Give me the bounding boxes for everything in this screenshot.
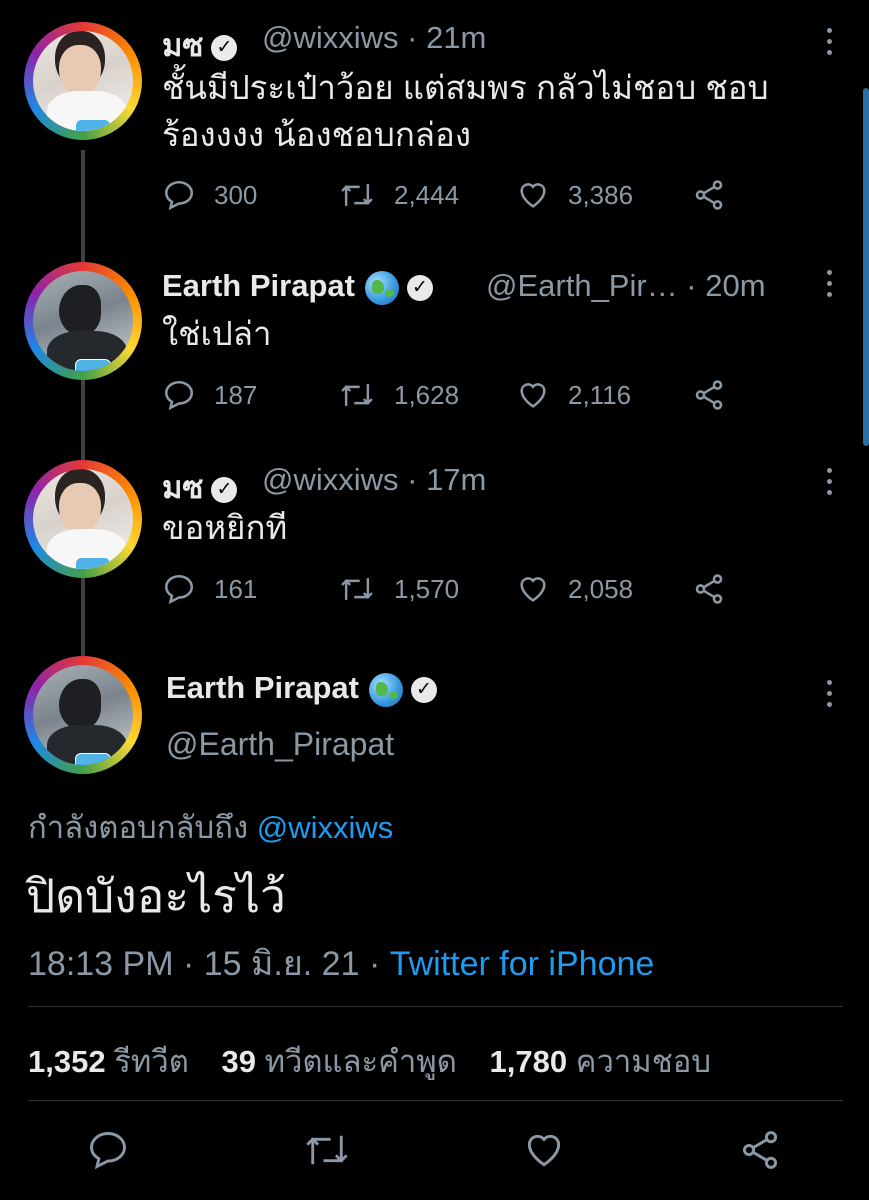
heart-icon (520, 183, 546, 208)
share-icon (742, 1131, 778, 1169)
share-icon (695, 180, 723, 210)
heart-icon (520, 383, 546, 408)
tweet-text: ปิดบังอะไรไว้ (26, 870, 286, 922)
handle-and-time[interactable]: @wixxiws · 21m (262, 20, 486, 56)
retweet-icon (341, 384, 373, 406)
like-button[interactable]: 2,116 (516, 378, 631, 412)
share-icon (695, 574, 723, 604)
share-icon (695, 380, 723, 410)
tweet-text: ชั้นมีประเป๋าว้อย แต่สมพร กลัวไม่ชอบ ชอบ… (162, 69, 769, 153)
reply-icon (164, 380, 194, 411)
share-button[interactable] (692, 178, 726, 212)
reply-button[interactable]: 161 (162, 572, 257, 606)
retweet-button[interactable]: 1,570 (338, 572, 459, 606)
retweet-icon (341, 578, 373, 600)
reply-icon (164, 574, 194, 605)
verified-badge-icon: ✓ (211, 34, 238, 61)
display-name[interactable]: Earth Pirapat ✓ (166, 670, 437, 707)
like-count-link[interactable]: 1,780 ความชอบ (490, 1044, 712, 1079)
more-options-icon[interactable] (827, 680, 833, 707)
retweet-icon (306, 1135, 348, 1165)
replying-to: กำลังตอบกลับถึง @wixxiws (28, 810, 394, 845)
verified-badge-icon: ✓ (211, 476, 238, 503)
tweet-timestamp: 18:13 PM · 15 มิ.ย. 21 · Twitter for iPh… (28, 945, 655, 983)
more-options-icon[interactable] (827, 28, 833, 55)
heart-icon (520, 577, 546, 602)
retweet-button[interactable]: 2,444 (338, 178, 459, 212)
like-button[interactable] (522, 1128, 566, 1177)
retweet-button[interactable]: 1,628 (338, 378, 459, 412)
retweet-icon (341, 184, 373, 206)
scrollbar[interactable] (863, 88, 869, 446)
more-options-icon[interactable] (827, 270, 833, 297)
display-name[interactable]: Earth Pirapat ✓ (162, 268, 433, 305)
reply-icon (90, 1132, 126, 1170)
tweet-text: ขอหยิกที (162, 509, 288, 546)
tweet-text: ใช่เปล่า (162, 315, 272, 352)
retweet-count-link[interactable]: 1,352 รีทวีต (28, 1044, 189, 1079)
reply-mention-link[interactable]: @wixxiws (257, 810, 394, 845)
thread-tweet[interactable]: มซ ✓ @wixxiws · 21m ชั้นมีประเป๋าว้อย แต่… (0, 0, 869, 250)
handle-and-time[interactable]: @Earth_Pir… · 20m (486, 268, 766, 304)
source-client-link[interactable]: Twitter for iPhone (390, 945, 655, 983)
divider (28, 1100, 843, 1101)
verified-badge-icon: ✓ (410, 676, 437, 703)
like-button[interactable]: 3,386 (516, 178, 633, 212)
share-button[interactable] (692, 572, 726, 606)
engagement-stats: 1,352 รีทวีต 39 ทวีตและคำพูด 1,780 ความช… (28, 1036, 711, 1086)
divider (28, 1006, 843, 1007)
share-button[interactable] (738, 1128, 782, 1177)
retweet-button[interactable] (302, 1128, 352, 1177)
thread-tweet[interactable]: Earth Pirapat ✓ @Earth_Pir… · 20m ใช่เปล่… (0, 250, 869, 450)
quote-count-link[interactable]: 39 ทวีตและคำพูด (221, 1044, 456, 1079)
avatar[interactable] (24, 460, 142, 578)
avatar[interactable] (24, 656, 142, 774)
earth-globe-icon (368, 672, 403, 707)
more-options-icon[interactable] (827, 468, 833, 495)
handle[interactable]: @Earth_Pirapat (166, 726, 394, 763)
earth-globe-icon (364, 270, 399, 305)
heart-icon (527, 1134, 561, 1167)
like-button[interactable]: 2,058 (516, 572, 633, 606)
reply-button[interactable] (86, 1128, 130, 1177)
share-button[interactable] (692, 378, 726, 412)
reply-icon (164, 180, 194, 211)
display-name[interactable]: มซ ✓ (162, 20, 238, 70)
thread-tweet[interactable]: มซ ✓ @wixxiws · 17m ขอหยิกที 161 1,570 2,… (0, 450, 869, 640)
reply-button[interactable]: 300 (162, 178, 257, 212)
avatar[interactable] (24, 22, 142, 140)
verified-badge-icon: ✓ (406, 274, 433, 301)
main-tweet-actions (0, 1128, 869, 1178)
reply-button[interactable]: 187 (162, 378, 257, 412)
avatar[interactable] (24, 262, 142, 380)
handle-and-time[interactable]: @wixxiws · 17m (262, 462, 486, 498)
